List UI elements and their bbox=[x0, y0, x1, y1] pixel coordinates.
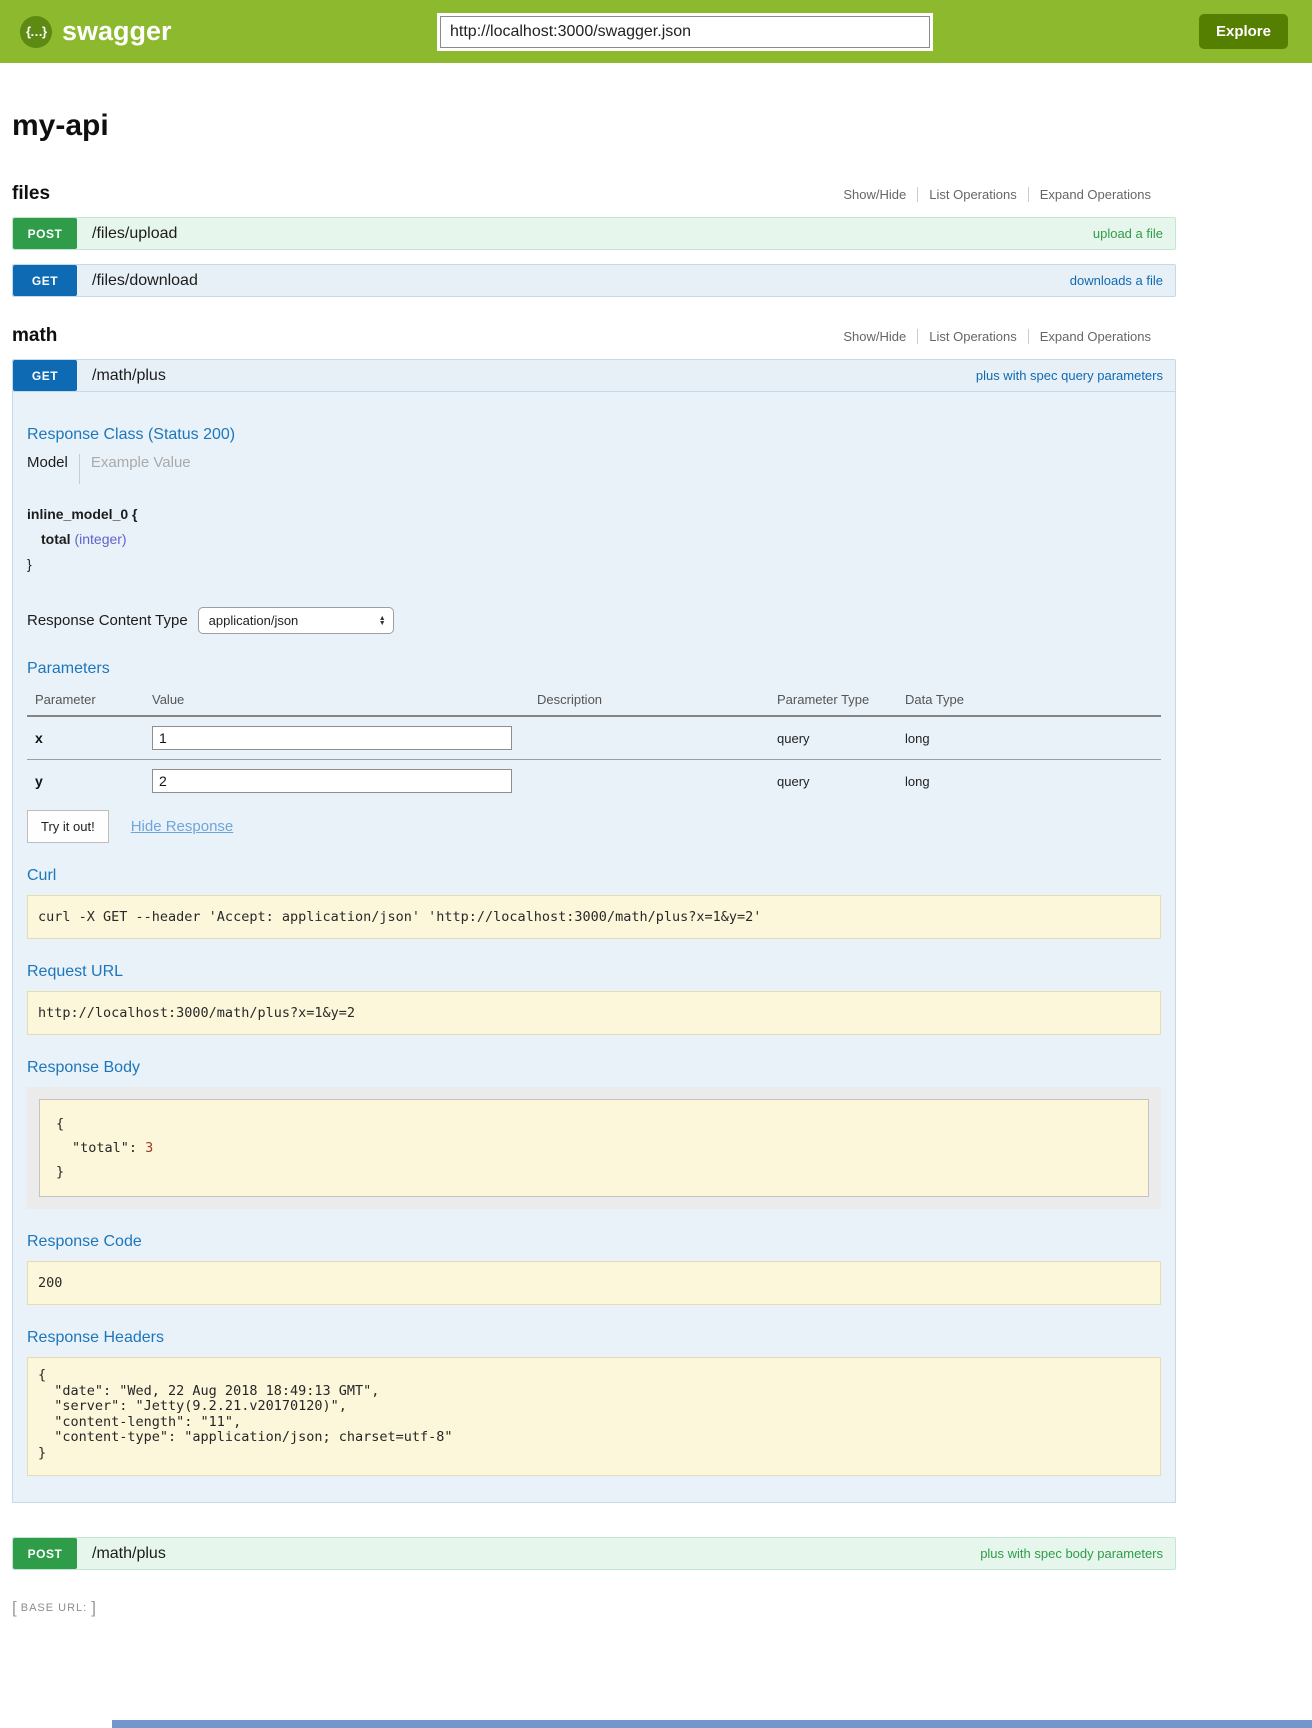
parameter-description bbox=[537, 760, 777, 803]
math-list-operations-link[interactable]: List Operations bbox=[917, 329, 1027, 344]
math-show-hide-link[interactable]: Show/Hide bbox=[832, 329, 917, 344]
operation-path[interactable]: /files/download bbox=[92, 272, 198, 290]
parameter-description bbox=[537, 716, 777, 760]
try-it-out-button[interactable]: Try it out! bbox=[27, 810, 109, 843]
parameter-data-type: long bbox=[905, 760, 1161, 803]
files-show-hide-link[interactable]: Show/Hide bbox=[832, 187, 917, 202]
operation-row-math-plus-post[interactable]: POST /math/plus plus with spec body para… bbox=[12, 1537, 1176, 1570]
try-it-out-row: Try it out! Hide Response bbox=[27, 810, 1161, 843]
files-expand-operations-link[interactable]: Expand Operations bbox=[1028, 187, 1162, 202]
base-url-label: BASE URL: bbox=[21, 1602, 87, 1614]
parameter-data-type: long bbox=[905, 716, 1161, 760]
parameter-type: query bbox=[777, 716, 905, 760]
spec-url-input[interactable] bbox=[440, 16, 930, 48]
base-url-bracket-open: [ bbox=[12, 1598, 17, 1618]
model-name: inline_model_0 { bbox=[27, 506, 137, 522]
operation-path[interactable]: /files/upload bbox=[92, 225, 177, 243]
main-content: my-api files Show/Hide List Operations E… bbox=[12, 109, 1176, 1618]
math-section-title: math bbox=[12, 325, 57, 347]
operation-row-files-download[interactable]: GET /files/download downloads a file bbox=[12, 264, 1176, 297]
parameter-x-input[interactable] bbox=[152, 726, 512, 750]
base-url-footer: [ BASE URL: ] bbox=[12, 1598, 1176, 1618]
response-body-json: { "total": 3 } bbox=[39, 1099, 1149, 1197]
operation-summary-link[interactable]: plus with spec body parameters bbox=[980, 1546, 1163, 1561]
swagger-logo-icon: {…} bbox=[20, 16, 52, 48]
explore-button[interactable]: Explore bbox=[1199, 14, 1288, 49]
get-method-badge: GET bbox=[13, 265, 77, 296]
response-code-heading: Response Code bbox=[27, 1233, 1161, 1251]
col-parameter-type: Parameter Type bbox=[777, 688, 905, 716]
page-title: my-api bbox=[12, 109, 1176, 143]
files-section-title: files bbox=[12, 183, 50, 205]
json-key: "total": bbox=[72, 1140, 137, 1156]
files-section-header: files Show/Hide List Operations Expand O… bbox=[12, 183, 1176, 205]
files-section-links: Show/Hide List Operations Expand Operati… bbox=[832, 187, 1162, 202]
curl-command: curl -X GET --header 'Accept: applicatio… bbox=[27, 895, 1161, 939]
math-section-links: Show/Hide List Operations Expand Operati… bbox=[832, 329, 1162, 344]
model-property-type: (integer) bbox=[74, 531, 126, 547]
parameters-table: Parameter Value Description Parameter Ty… bbox=[27, 688, 1161, 802]
response-content-type-select[interactable]: application/json ▲▼ bbox=[198, 607, 394, 634]
response-class-heading: Response Class (Status 200) bbox=[27, 426, 1161, 444]
select-arrows-icon: ▲▼ bbox=[379, 616, 386, 626]
math-section-header: math Show/Hide List Operations Expand Op… bbox=[12, 325, 1176, 347]
response-headers-json: { "date": "Wed, 22 Aug 2018 18:49:13 GMT… bbox=[27, 1357, 1161, 1476]
operation-summary-link[interactable]: downloads a file bbox=[1070, 273, 1163, 288]
hide-response-link[interactable]: Hide Response bbox=[131, 818, 234, 835]
math-expand-operations-link[interactable]: Expand Operations bbox=[1028, 329, 1162, 344]
json-open-brace: { bbox=[56, 1112, 1132, 1136]
operation-path[interactable]: /math/plus bbox=[92, 1545, 166, 1563]
col-description: Description bbox=[537, 688, 777, 716]
header-bar: {…} swagger Explore bbox=[0, 0, 1312, 63]
model-property-name: total bbox=[41, 531, 71, 547]
operation-path[interactable]: /math/plus bbox=[92, 367, 166, 385]
parameter-row-y: y query long bbox=[27, 760, 1161, 803]
response-content-type-value: application/json bbox=[209, 613, 299, 628]
get-method-badge: GET bbox=[13, 360, 77, 391]
tab-model[interactable]: Model bbox=[27, 454, 68, 471]
response-content-type-label: Response Content Type bbox=[27, 612, 188, 629]
swagger-logo[interactable]: {…} swagger bbox=[20, 16, 440, 48]
base-url-bracket-close: ] bbox=[91, 1598, 96, 1618]
post-method-badge: POST bbox=[13, 218, 77, 249]
response-content-type-row: Response Content Type application/json ▲… bbox=[27, 607, 1161, 634]
curl-heading: Curl bbox=[27, 867, 1161, 885]
col-value: Value bbox=[152, 688, 537, 716]
response-headers-heading: Response Headers bbox=[27, 1329, 1161, 1347]
model-signature: inline_model_0 { total (integer) } bbox=[27, 502, 1161, 577]
operation-summary-link[interactable]: upload a file bbox=[1093, 226, 1163, 241]
files-list-operations-link[interactable]: List Operations bbox=[917, 187, 1027, 202]
parameter-y-input[interactable] bbox=[152, 769, 512, 793]
math-plus-expanded-panel: Response Class (Status 200) Model Exampl… bbox=[12, 392, 1176, 1503]
response-body-block: { "total": 3 } bbox=[27, 1087, 1161, 1209]
operation-row-files-upload[interactable]: POST /files/upload upload a file bbox=[12, 217, 1176, 250]
parameter-row-x: x query long bbox=[27, 716, 1161, 760]
json-value: 3 bbox=[145, 1140, 153, 1156]
response-code-value: 200 bbox=[27, 1261, 1161, 1305]
post-method-badge: POST bbox=[13, 1538, 77, 1569]
swagger-logo-text: swagger bbox=[62, 16, 172, 47]
response-body-heading: Response Body bbox=[27, 1059, 1161, 1077]
request-url-heading: Request URL bbox=[27, 963, 1161, 981]
operation-summary-link[interactable]: plus with spec query parameters bbox=[976, 368, 1163, 383]
parameter-type: query bbox=[777, 760, 905, 803]
tab-divider bbox=[79, 454, 80, 484]
parameter-name: y bbox=[27, 760, 152, 803]
json-close-brace: } bbox=[56, 1160, 1132, 1184]
parameter-name: x bbox=[27, 716, 152, 760]
request-url-value: http://localhost:3000/math/plus?x=1&y=2 bbox=[27, 991, 1161, 1035]
model-close-brace: } bbox=[27, 552, 1161, 577]
tab-example-value[interactable]: Example Value bbox=[91, 454, 191, 471]
col-data-type: Data Type bbox=[905, 688, 1161, 716]
model-tabs: Model Example Value bbox=[27, 454, 1161, 484]
operation-row-math-plus-get[interactable]: GET /math/plus plus with spec query para… bbox=[12, 359, 1176, 392]
window-bottom-edge-bar bbox=[112, 1720, 1312, 1728]
col-parameter: Parameter bbox=[27, 688, 152, 716]
parameters-heading: Parameters bbox=[27, 660, 1161, 678]
